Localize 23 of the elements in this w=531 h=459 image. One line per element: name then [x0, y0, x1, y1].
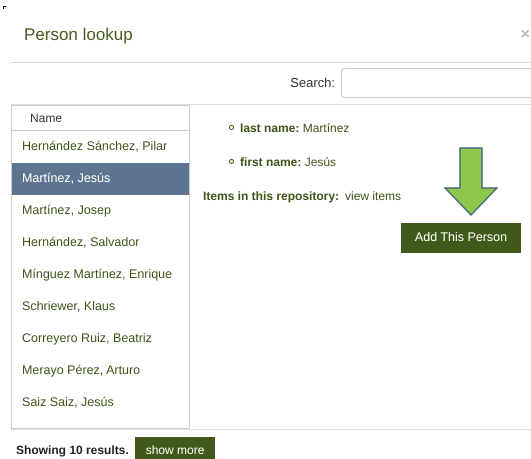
- person-list-item[interactable]: Mínguez Martínez, Enrique: [12, 258, 189, 290]
- person-list-item[interactable]: Hernández, Salvador: [12, 226, 189, 258]
- person-list-item[interactable]: Martínez, Josep: [12, 194, 189, 226]
- person-list-item[interactable]: Schriewer, Klaus: [12, 290, 189, 322]
- person-list-item[interactable]: Hernández Sánchez, Pilar: [12, 130, 189, 162]
- add-person-button[interactable]: Add This Person: [401, 222, 521, 252]
- dialog-title: Person lookup: [24, 24, 133, 46]
- column-header: Name: [12, 104, 189, 130]
- bullet-icon: [229, 125, 234, 130]
- detail-field: last name: Martínez: [240, 118, 350, 136]
- items-label: Items in this repository:: [203, 188, 340, 204]
- search-label: Search:: [290, 74, 335, 92]
- show-more-button[interactable]: show more: [134, 436, 216, 459]
- bullet-icon: [229, 159, 234, 164]
- person-list-item[interactable]: Merayo Pérez, Arturo: [12, 354, 189, 386]
- detail-field: first name: Jesús: [240, 152, 336, 170]
- search-field[interactable]: [341, 68, 531, 98]
- view-items-link[interactable]: view items: [345, 186, 402, 204]
- person-list-item[interactable]: Martínez, Jesús: [12, 162, 189, 194]
- person-list-item[interactable]: Saiz Saiz, Jesús: [12, 386, 189, 418]
- results-count: Showing 10 results.: [16, 442, 129, 459]
- person-list-item[interactable]: Correyero Ruiz, Beatriz: [12, 322, 189, 354]
- down-arrow-icon: [444, 146, 498, 216]
